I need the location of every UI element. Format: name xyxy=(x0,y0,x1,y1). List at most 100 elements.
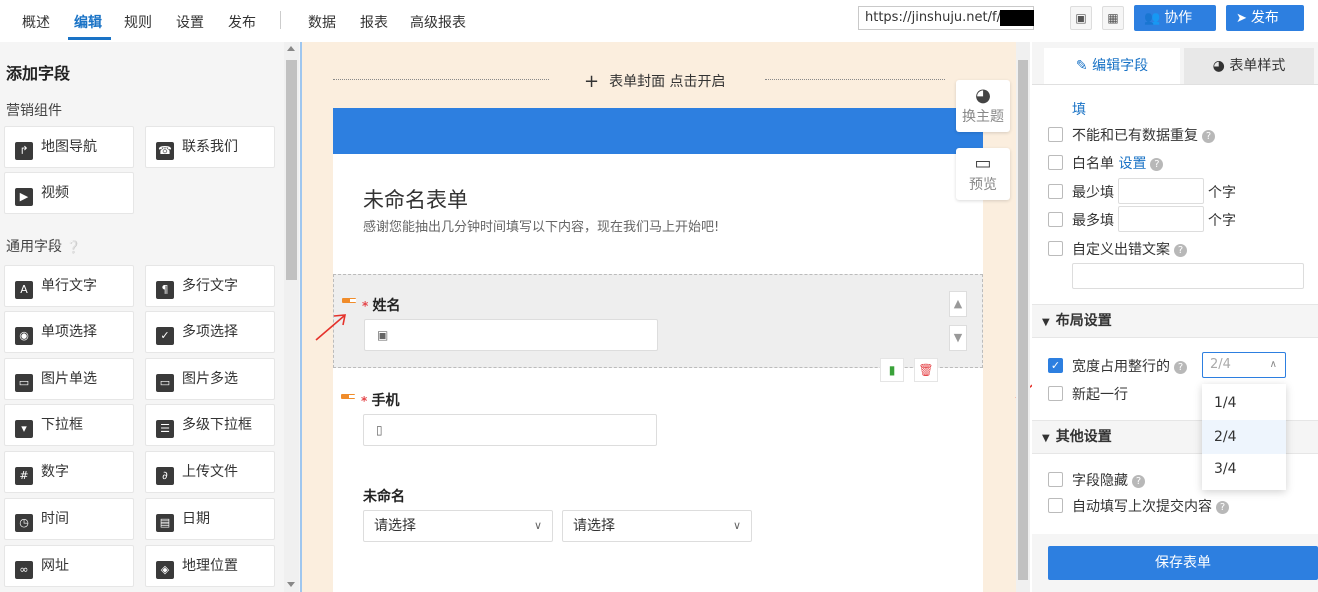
cascade-select-2[interactable]: 请选择 ∨ xyxy=(562,510,752,542)
width-option-3-4[interactable]: 3/4 xyxy=(1202,452,1286,486)
form-description[interactable]: 感谢您能抽出几分钟时间填写以下内容，现在我们马上开始吧! xyxy=(363,216,719,235)
canvas-scroll-thumb[interactable] xyxy=(1018,60,1028,580)
help-icon[interactable]: ? xyxy=(1202,130,1215,143)
preview-button[interactable]: ▭ 预览 xyxy=(956,148,1010,200)
drag-handle-icon[interactable] xyxy=(342,298,356,303)
tab-report[interactable]: 报表 xyxy=(360,12,388,32)
theme-button[interactable]: ◕ 换主题 xyxy=(956,80,1010,132)
phone-input[interactable]: ▯ xyxy=(363,414,657,446)
save-form-button[interactable]: 保存表单 xyxy=(1048,546,1318,580)
min-unit-label: 个字 xyxy=(1208,185,1236,201)
max-fill-checkbox[interactable] xyxy=(1048,212,1063,227)
custom-error-checkbox[interactable] xyxy=(1048,241,1063,256)
tab-overview[interactable]: 概述 xyxy=(22,12,50,32)
layout-section-header[interactable]: ▼ 布局设置 xyxy=(1032,304,1318,338)
field-contact[interactable]: ☎ 联系我们 xyxy=(145,126,275,168)
copy-field-icon[interactable]: ▮ xyxy=(880,358,904,382)
chevron-down-icon: ∨ xyxy=(732,519,741,532)
field-map-nav[interactable]: ↱ 地图导航 xyxy=(4,126,134,168)
copy-icon[interactable]: ▣ xyxy=(1070,6,1092,30)
custom-error-input[interactable] xyxy=(1072,263,1304,289)
field-radio[interactable]: ◉ 单项选择 xyxy=(4,311,134,353)
chevron-up-icon: ∧ xyxy=(1269,359,1277,370)
field-location[interactable]: ◈ 地理位置 xyxy=(145,545,275,587)
min-fill-input[interactable] xyxy=(1118,178,1204,204)
help-icon[interactable]: ? xyxy=(1132,475,1145,488)
scroll-down-arrow-icon[interactable] xyxy=(287,582,295,587)
tab-form-style[interactable]: ◕ 表单样式 xyxy=(1184,48,1314,84)
url-redaction xyxy=(1000,10,1034,26)
field-checkbox[interactable]: ✓ 多项选择 xyxy=(145,311,275,353)
left-scrollbar[interactable] xyxy=(284,42,299,592)
help-icon[interactable]: ? xyxy=(1216,501,1229,514)
move-up-button[interactable]: ▲ xyxy=(949,291,967,317)
field-upload[interactable]: ∂ 上传文件 xyxy=(145,451,275,493)
min-fill-checkbox[interactable] xyxy=(1048,184,1063,199)
help-icon[interactable]: ❔ xyxy=(66,240,81,254)
tab-data[interactable]: 数据 xyxy=(308,12,336,32)
field-image-multi[interactable]: ▭ 图片多选 xyxy=(145,358,275,400)
cascade-select-1[interactable]: 请选择 ∨ xyxy=(363,510,553,542)
field-time[interactable]: ◷ 时间 xyxy=(4,498,134,540)
left-scroll-thumb[interactable] xyxy=(286,60,297,280)
width-option-2-4[interactable]: 2/4 xyxy=(1202,420,1286,454)
caret-down-icon: ▼ xyxy=(1042,433,1050,444)
cover-toggle[interactable]: + 表单封面 点击开启 xyxy=(584,71,726,92)
chevron-down-icon: ∨ xyxy=(533,519,542,532)
field-cascade-dropdown[interactable]: ☰ 多级下拉框 xyxy=(145,404,275,446)
field-multi-text[interactable]: ¶ 多行文字 xyxy=(145,265,275,307)
selected-field-name[interactable]: * 姓名 ▣ ▲ ▼ xyxy=(333,274,983,368)
tab-edit-field[interactable]: ✎ 编辑字段 xyxy=(1044,48,1180,84)
dropdown-icon: ▾ xyxy=(15,420,33,438)
hide-field-checkbox[interactable] xyxy=(1048,472,1063,487)
field-video[interactable]: ▶ 视频 xyxy=(4,172,134,214)
field-image-radio[interactable]: ▭ 图片单选 xyxy=(4,358,134,400)
general-section-label: 通用字段 ❔ xyxy=(6,239,81,255)
new-line-checkbox[interactable] xyxy=(1048,386,1063,401)
cover-dotted-line-right xyxy=(765,79,945,80)
tab-advanced-report[interactable]: 高级报表 xyxy=(410,12,466,32)
help-icon[interactable]: ? xyxy=(1150,158,1164,171)
delete-field-icon[interactable]: 🗑 xyxy=(914,358,938,382)
validation-settings: 填 不能和已有数据重复? 白名单 设置? 最少填 个字 最多填 个字 自定义出错… xyxy=(1032,85,1318,304)
active-tab-underline xyxy=(68,37,111,40)
help-icon[interactable]: ? xyxy=(1174,244,1187,257)
drag-handle-icon[interactable] xyxy=(341,394,355,399)
publish-button[interactable]: ➤ 发布 xyxy=(1226,5,1304,31)
no-duplicate-checkbox[interactable] xyxy=(1048,127,1063,142)
canvas-scrollbar[interactable] xyxy=(1016,42,1030,592)
phone-icon: ☎ xyxy=(156,142,174,160)
max-unit-label: 个字 xyxy=(1208,213,1236,229)
images-icon: ▭ xyxy=(156,374,174,392)
palette-icon: ◕ xyxy=(1212,58,1230,74)
field-dropdown[interactable]: ▾ 下拉框 xyxy=(4,404,134,446)
link-icon: ∞ xyxy=(15,561,33,579)
tab-rules[interactable]: 规则 xyxy=(124,12,152,32)
field-url[interactable]: ∞ 网址 xyxy=(4,545,134,587)
tab-edit[interactable]: 编辑 xyxy=(74,12,102,32)
autofill-checkbox[interactable] xyxy=(1048,498,1063,513)
cascade-icon: ☰ xyxy=(156,420,174,438)
whitelist-checkbox[interactable] xyxy=(1048,155,1063,170)
scroll-up-arrow-icon[interactable] xyxy=(287,46,295,51)
move-down-button[interactable]: ▼ xyxy=(949,325,967,351)
width-select[interactable]: 2/4 ∧ xyxy=(1202,352,1286,378)
tab-publish[interactable]: 发布 xyxy=(228,12,256,32)
field-number[interactable]: # 数字 xyxy=(4,451,134,493)
collaborate-button[interactable]: 👥 协作 xyxy=(1134,5,1216,31)
max-fill-input[interactable] xyxy=(1118,206,1204,232)
width-option-1-4[interactable]: 1/4 xyxy=(1202,386,1286,420)
full-width-checkbox[interactable]: ✓ xyxy=(1048,358,1063,373)
field-date[interactable]: ▤ 日期 xyxy=(145,498,275,540)
name-input[interactable]: ▣ xyxy=(364,319,658,351)
max-fill-label: 最多填 xyxy=(1072,213,1114,229)
field-single-text[interactable]: A 单行文字 xyxy=(4,265,134,307)
whitelist-settings-link[interactable]: 设置 xyxy=(1118,156,1146,172)
qrcode-icon[interactable]: ▦ xyxy=(1102,6,1124,30)
image-icon: ▭ xyxy=(15,374,33,392)
cover-dotted-line-left xyxy=(333,79,549,80)
tab-settings[interactable]: 设置 xyxy=(176,12,204,32)
help-icon[interactable]: ? xyxy=(1174,361,1187,374)
form-title[interactable]: 未命名表单 xyxy=(363,184,468,214)
paperclip-icon: ∂ xyxy=(156,467,174,485)
